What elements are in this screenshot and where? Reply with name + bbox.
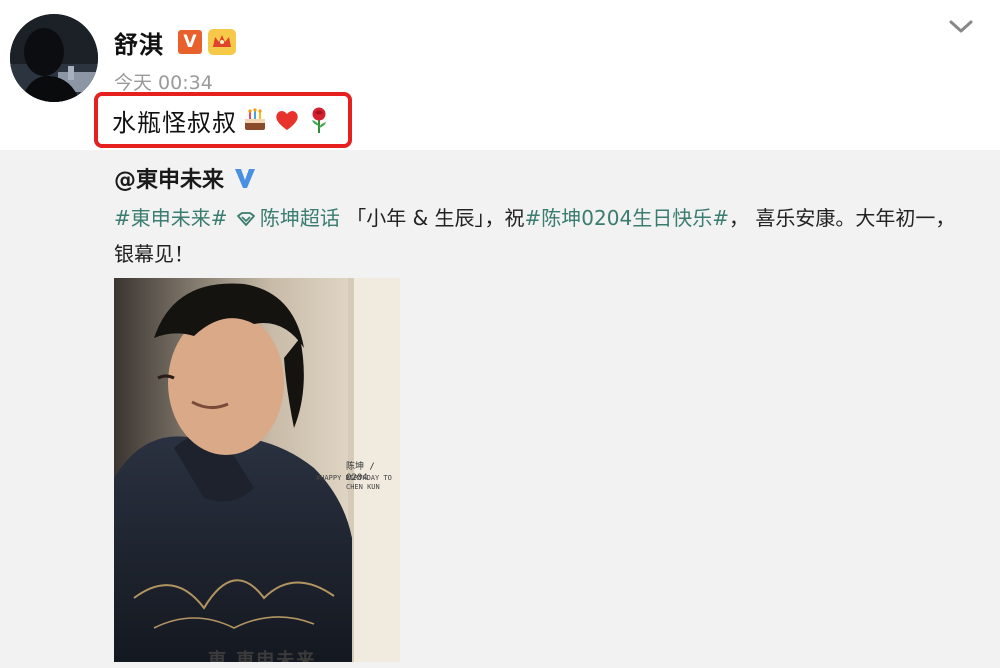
heart-emoji-icon: [273, 106, 301, 134]
post-time: 今天 00:34: [114, 72, 213, 94]
author-name[interactable]: 舒淇: [114, 25, 164, 60]
post-text: 水瓶怪叔叔: [112, 108, 237, 137]
text-segment: [228, 206, 234, 230]
chevron-down-icon[interactable]: [946, 14, 976, 40]
super-topic-link[interactable]: 陈坤超话: [260, 206, 340, 230]
poster-image[interactable]: 陈坤 / 0204 #HAPPY BIRTHDAY TO CHEN KUN 東 …: [114, 278, 400, 662]
avatar[interactable]: [10, 14, 98, 102]
verified-badge-icon: V: [178, 30, 202, 54]
poster-credit-line: #HAPPY BIRTHDAY TO CHEN KUN: [316, 474, 392, 492]
poster-credit-line-2: #HAPPY BIRTHDAY TO: [316, 474, 392, 482]
blue-verified-icon: [232, 165, 258, 191]
repost-author-row: @東申未来: [114, 162, 258, 194]
hashtag-link[interactable]: #東申未来#: [114, 206, 228, 230]
hashtag-link[interactable]: #陈坤0204生日快乐#: [525, 206, 729, 230]
super-topic-icon: [236, 202, 256, 226]
text-segment: 「小年 & 生辰」，祝: [339, 206, 525, 230]
repost-text: #東申未来# 陈坤超话 「小年 & 生辰」，祝#陈坤0204生日快乐#， 喜乐安…: [114, 200, 974, 272]
crown-badge-icon: [208, 29, 236, 55]
poster-brand: 東 東申未来: [208, 650, 317, 662]
rose-emoji-icon: [305, 106, 333, 134]
author-row: 舒淇 V: [114, 22, 236, 62]
repost-card[interactable]: @東申未来 #東申未来# 陈坤超话 「小年 & 生辰」，祝#陈坤0204生日快乐…: [0, 150, 1000, 668]
post-header: 舒淇 V 今天 00:34 水瓶怪叔叔: [0, 0, 1000, 150]
repost-author-name[interactable]: @東申未来: [114, 162, 224, 194]
cake-emoji-icon: [241, 106, 269, 134]
poster-credit-line-3: CHEN KUN: [346, 483, 380, 491]
highlighted-post-text: 水瓶怪叔叔: [94, 92, 352, 148]
